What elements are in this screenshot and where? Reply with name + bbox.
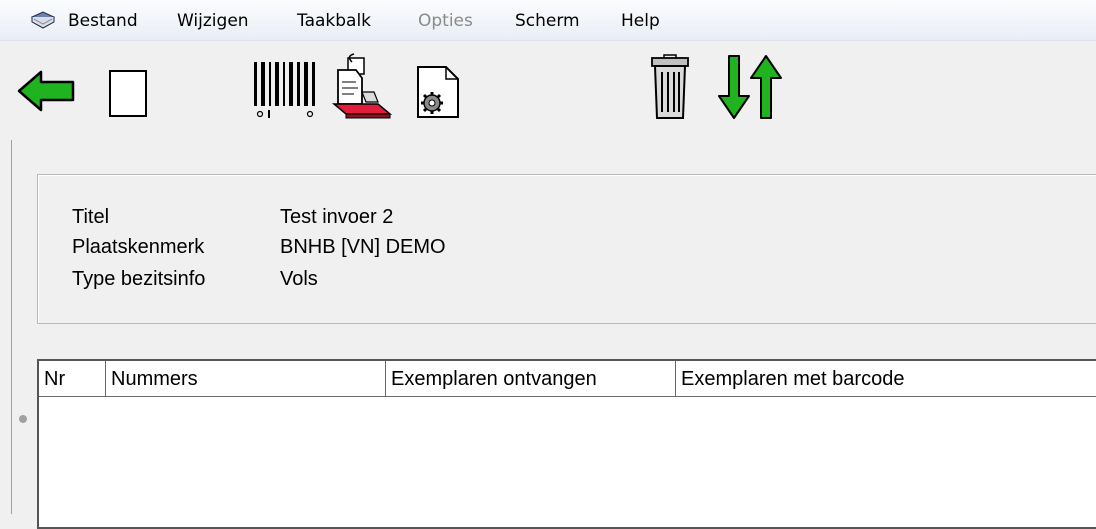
trash-icon[interactable] <box>648 54 692 124</box>
column-header-exemplaren-ontvangen[interactable]: Exemplaren ontvangen <box>386 361 676 397</box>
column-header-nummers[interactable]: Nummers <box>106 361 386 397</box>
column-header-exemplaren-met-barcode[interactable]: Exemplaren met barcode <box>676 361 1096 397</box>
titel-label: Titel <box>72 206 110 228</box>
type-bezitsinfo-label: Type bezitsinfo <box>72 268 206 290</box>
blank-page-icon[interactable] <box>108 69 150 119</box>
print-icon[interactable] <box>326 52 398 126</box>
row-indicator-dot <box>19 415 27 423</box>
menu-bar: Bestand Wijzigen Taakbalk Opties Scherm … <box>0 0 1096 41</box>
page-settings-icon[interactable] <box>412 65 464 121</box>
menu-help[interactable]: Help <box>621 10 660 32</box>
menu-opties[interactable]: Opties <box>418 10 473 32</box>
sort-arrows-icon[interactable] <box>717 52 787 122</box>
app-book-icon[interactable] <box>30 9 56 31</box>
plaatskenmerk-label: Plaatskenmerk <box>72 236 205 258</box>
menu-wijzigen[interactable]: Wijzigen <box>177 10 249 32</box>
issues-grid[interactable]: Nr Nummers Exemplaren ontvangen Exemplar… <box>37 359 1096 529</box>
menu-bestand[interactable]: Bestand <box>68 10 138 32</box>
menu-scherm[interactable]: Scherm <box>515 10 580 32</box>
window-left-edge <box>11 140 12 514</box>
column-header-nr[interactable]: Nr <box>39 361 106 397</box>
toolbar <box>0 40 1096 140</box>
type-bezitsinfo-value: Vols <box>280 268 318 290</box>
menu-taakbalk[interactable]: Taakbalk <box>297 10 371 32</box>
titel-value: Test invoer 2 <box>280 206 394 228</box>
grid-header: Nr Nummers Exemplaren ontvangen Exemplar… <box>39 361 1096 397</box>
plaatskenmerk-value: BNHB [VN] DEMO <box>280 236 446 258</box>
back-arrow-icon[interactable] <box>16 69 76 113</box>
barcode-icon[interactable] <box>252 60 322 122</box>
